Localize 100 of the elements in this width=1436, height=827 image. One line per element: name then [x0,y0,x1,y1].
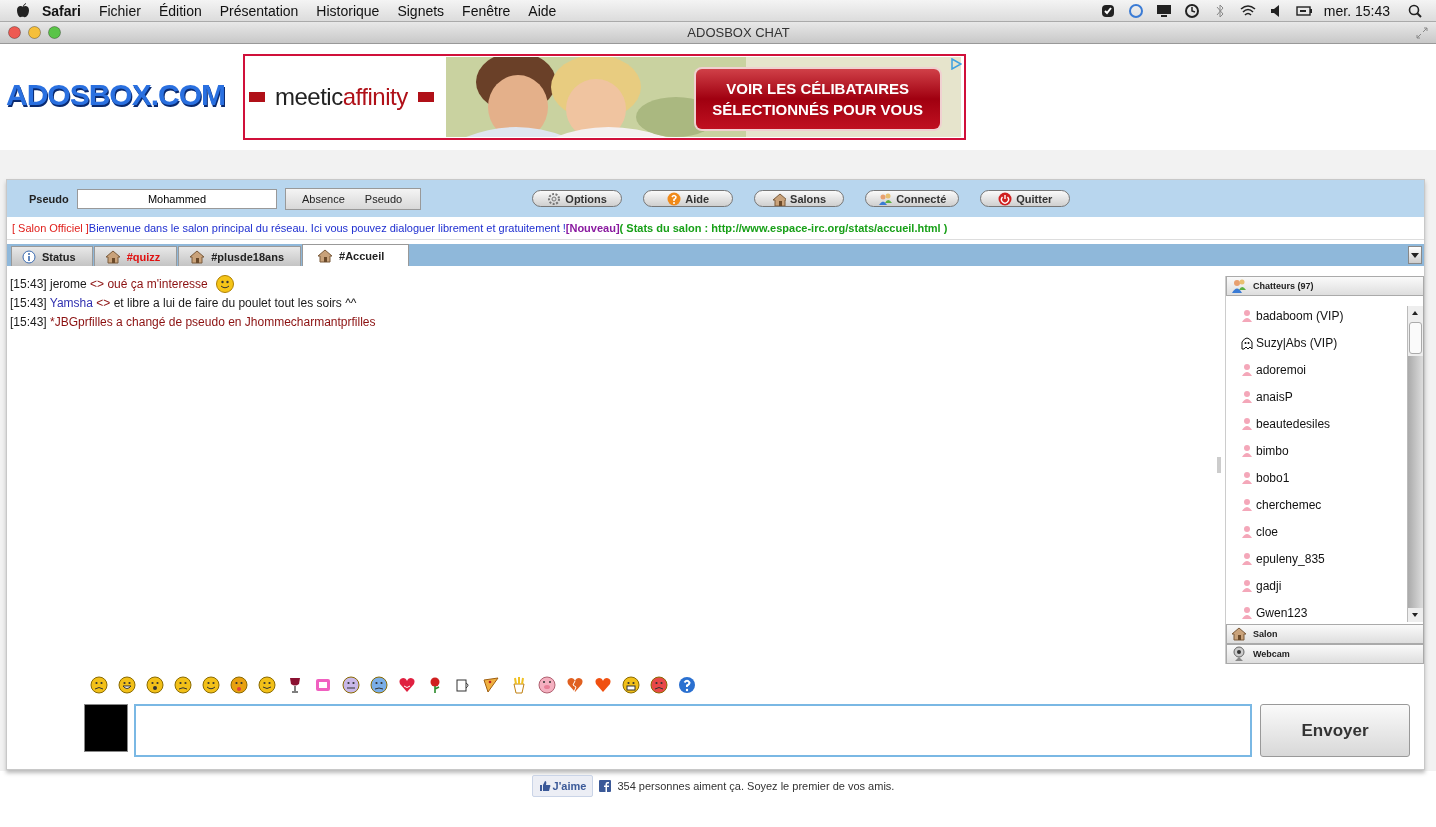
apple-icon [16,2,30,19]
scroll-thumb[interactable] [1409,322,1422,354]
grimacing-face-icon[interactable] [622,676,640,694]
zoom-button[interactable] [48,26,61,39]
broken-heart-icon[interactable] [566,676,584,694]
dropdown-button[interactable] [1408,246,1422,264]
like-count-text: 354 personnes aiment ça. Soyez le premier de vos amis. [617,780,895,792]
user-list-item[interactable]: bimbo [1240,443,1407,459]
surprised-face-icon[interactable] [146,676,164,694]
send-button[interactable]: Envoyer [1260,704,1410,757]
info-icon [22,249,36,264]
lol-sign-icon[interactable] [314,676,332,694]
toolbar-button[interactable]: Quitter [980,190,1071,207]
site-logo[interactable]: ADOSBOX.COM [6,73,229,121]
menu-item[interactable]: Édition [158,2,202,19]
cold-face-icon[interactable] [370,676,388,694]
person-icon [1240,471,1254,485]
smiley-icon[interactable] [202,676,220,694]
power-icon [998,191,1013,206]
user-list-item[interactable]: anaisP [1240,389,1407,405]
tongue-face-icon[interactable] [230,676,248,694]
person-icon [1240,579,1254,593]
person-icon [1240,363,1254,377]
splitter-handle-icon[interactable] [1217,457,1221,473]
toolbar-button[interactable]: Options [532,190,623,207]
user-list-item[interactable]: bobo1 [1240,470,1407,486]
people-icon [878,191,893,206]
winking-face-icon[interactable] [258,676,276,694]
menu-clock: mer. 15:43 [1323,2,1390,19]
fullscreen-icon[interactable] [1416,26,1428,39]
user-list-item[interactable]: badaboom (VIP) [1240,308,1407,324]
pseudo-label: Pseudo [29,192,70,205]
toolbar-button[interactable]: Connecté [865,190,960,207]
toolbar-button[interactable]: Salons [754,190,845,207]
ad-choices-icon[interactable] [950,58,962,70]
user-list-item[interactable]: Suzy|Abs (VIP) [1240,335,1407,351]
panel-section-tab[interactable]: Salon [1226,624,1424,644]
angry-face-icon[interactable] [90,676,108,694]
tab[interactable]: Status [11,246,93,266]
person-icon [1240,552,1254,566]
house-icon [104,248,121,265]
menu-item[interactable]: Fenêtre [462,2,511,19]
menu-item[interactable]: Aide [528,2,557,19]
thumbs-up-icon [538,780,551,792]
chat-message: [15:43] Yamsha <> et libre a lui de faire du poulet tout les soirs ^^ [10,296,357,310]
help-icon[interactable] [678,676,696,694]
user-list-item[interactable]: beautedesiles [1240,416,1407,432]
dizzy-face-icon[interactable] [342,676,360,694]
chat-message: [15:43] *JBGprfilles a changé de pseudo en Jhommecharmantprfilles [10,315,376,329]
sad-face-icon[interactable] [174,676,192,694]
help-icon [667,191,682,206]
house-icon [1231,626,1247,642]
menu-item[interactable]: Signets [397,2,445,19]
heart-face-icon[interactable] [398,676,416,694]
window-title: ADOSBOX CHAT [686,25,791,40]
person-icon [1240,498,1254,512]
menu-item[interactable]: Fichier [98,2,141,19]
menu-item[interactable]: Présentation [219,2,299,19]
tab[interactable]: #plusde18ans [178,246,301,266]
panel-header[interactable]: Chatteurs (97) [1226,276,1424,296]
message-field[interactable] [134,704,1252,757]
toggle-button[interactable]: Pseudo [358,188,409,209]
close-button[interactable] [8,26,21,39]
user-list-item[interactable]: adoremoi [1240,362,1407,378]
tab[interactable]: #Accueil [302,244,410,266]
user-list-item[interactable]: epuleny_835 [1240,551,1407,567]
search-icon[interactable] [1408,3,1422,18]
person-icon [1240,390,1254,404]
scroll-bar[interactable] [1407,306,1423,622]
cta-line: VOIR LES CÉLIBATAIRES [726,80,910,97]
user-list-item[interactable]: Gwen123 [1240,605,1407,621]
menu-item[interactable]: Historique [316,2,380,19]
like-button[interactable]: J'aime [531,775,594,797]
house-icon [189,248,206,265]
panel-section-tab[interactable]: Webcam [1226,644,1424,664]
user-list-item[interactable]: gadji [1240,578,1407,594]
heart-icon[interactable] [594,676,612,694]
color-swatch[interactable] [84,704,128,752]
furious-face-icon[interactable] [650,676,668,694]
user-list-item[interactable]: cherchemec [1240,497,1407,513]
toggle-button[interactable]: Absence [296,188,351,209]
person-icon [1240,525,1254,539]
house-icon [772,191,787,206]
pizza-slice-icon[interactable] [482,676,500,694]
fries-icon[interactable] [510,676,528,694]
caret-icon [1411,252,1419,258]
ad-banner[interactable]: meeticaffinity VOIR LES CÉLIBATAIRES SÉLECTIONNÉS POUR VOUS [243,54,966,140]
ad-cta-button[interactable]: VOIR LES CÉLIBATAIRES SÉLECTIONNÉS POUR VOUS [695,69,940,129]
user-list-item[interactable]: cloe [1240,524,1407,540]
pseudo-field[interactable]: Mohammed [77,188,277,209]
ad-brand: meeticaffinity [275,83,408,111]
toolbar-button[interactable]: Aide [643,190,734,207]
chat-message: [15:43] jerome <> oué ça m'interesse [10,277,208,291]
topic-line: [ Salon Officiel ]Bienvenue dans le salon principal du réseau. Ici vous pouvez dialoguer librement et gratuitement ![Nouveau]( Stats du salon : http://www.espace-irc.org/stats/accueil.html ) [7,217,1424,240]
banner-stripe-icon [417,92,434,102]
banner-stripe-icon [249,92,265,102]
pig-face-icon[interactable] [538,676,556,694]
grinning-face-icon[interactable] [118,676,136,694]
menu-item[interactable]: Safari [42,2,81,19]
people-icon [1231,278,1247,294]
